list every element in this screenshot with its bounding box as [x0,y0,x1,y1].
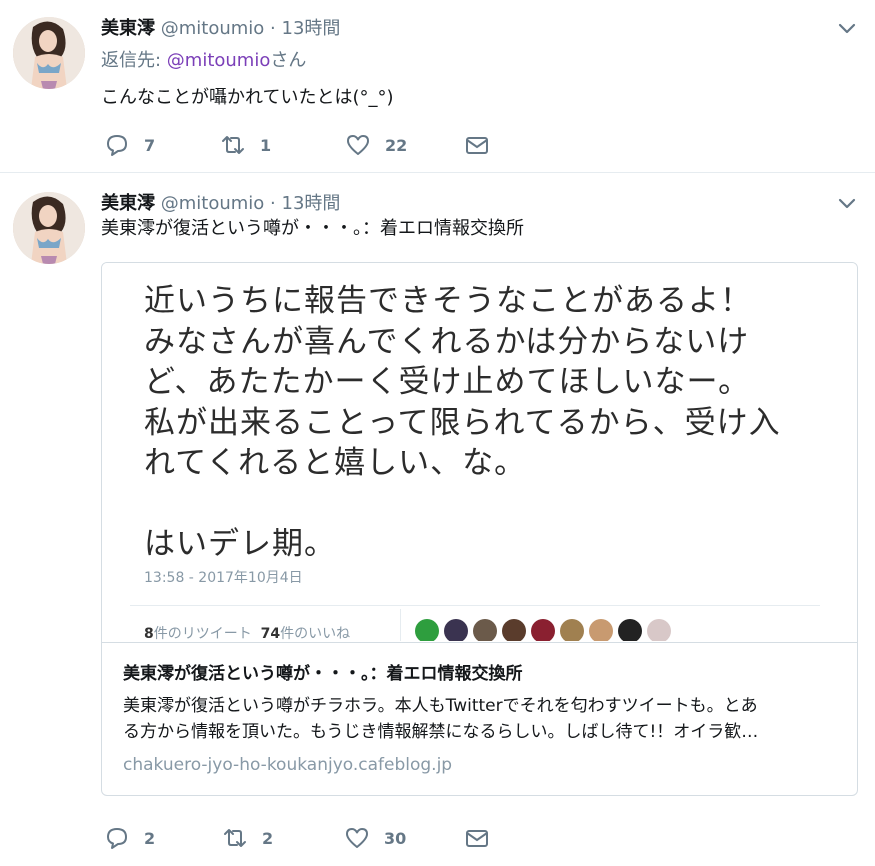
reply-count: 2 [144,828,156,848]
image-line: 近いうちに報告できそうなことがあるよ！ [144,283,752,319]
card-description-line: る方から情報を頂いた。もうじき情報解禁になるらしい。しばし待て!！オイラ歓… [123,722,759,742]
liker-avatar [531,619,555,641]
avatar[interactable] [13,17,85,89]
tweet-header: 美東澪 @mitoumio · 13時間 [101,14,340,40]
reply-icon [107,135,127,156]
reply-prefix: 返信先: [101,50,167,71]
heart-icon [347,135,369,155]
display-name[interactable]: 美東澪 [101,18,155,39]
liker-avatar [444,619,468,641]
liker-avatar [415,619,439,641]
liker-avatar [560,619,584,641]
separator-dot: · [270,193,276,214]
liker-avatar [473,619,497,641]
reply-context: 返信先: @mitoumioさん [101,48,306,74]
chevron-down-icon[interactable] [836,192,858,214]
direct-message-button[interactable] [464,824,504,852]
reply-button[interactable]: 7 [104,131,155,159]
retweet-count: 2 [262,828,274,848]
liker-avatar [589,619,613,641]
retweet-button[interactable]: 2 [222,824,273,852]
direct-message-button[interactable] [464,131,504,159]
image-divider [130,605,820,606]
liker-avatar [647,619,671,641]
card-title[interactable]: 美東澪が復活という噂が・・・。：着エロ情報交換所 [123,659,523,684]
reply-suffix: さん [270,50,307,71]
timestamp[interactable]: 13時間 [282,193,341,214]
tweet[interactable]: 美東澪 @mitoumio · 13時間 返信先: @mitoumioさん こん… [0,0,875,173]
image-rt-count: 8 [144,626,154,641]
image-like-count: 74 [260,626,281,641]
image-stats: 8件のリツイート 74件のいいね [144,623,350,641]
envelope-icon [466,830,488,847]
tweet[interactable]: 美東澪 @mitoumio · 13時間 美東澪が復活という噂が・・・。：着エロ… [0,173,875,866]
avatar[interactable] [13,192,85,264]
retweet-count: 1 [260,135,272,155]
retweet-button[interactable]: 1 [220,131,271,159]
image-line: ど、あたたかーく受け止めてほしいなー。 [144,364,751,400]
card-description-line: 美東澪が復活という噂がチラホラ。本人もTwitterでそれを匂わすツイートも。と… [123,696,758,716]
image-line [144,484,781,525]
image-date: 13:58 - 2017年10月4日 [144,570,303,586]
tweet-header: 美東澪 @mitoumio · 13時間 [101,189,340,215]
heart-icon [346,828,368,848]
like-count: 30 [384,828,407,848]
tweet-actions: 7 1 22 [101,131,521,159]
tweet-text: 美東澪が復活という噂が・・・。：着エロ情報交換所 [101,218,524,239]
retweet-icon [224,829,246,847]
reply-count: 7 [144,135,156,155]
image-line: 私が出来ることって限られてるから、受け入 [144,404,781,441]
like-button[interactable]: 30 [344,824,406,852]
image-divider-vertical [400,609,401,641]
tweet-actions: 2 2 30 [101,824,521,852]
card-url[interactable]: chakuero-jyo-ho-koukanjyo.cafeblog.jp [123,755,452,775]
display-name[interactable]: 美東澪 [101,193,155,214]
timestamp[interactable]: 13時間 [282,18,341,39]
card-description: 美東澪が復活という噂がチラホラ。本人もTwitterでそれを匂わすツイートも。と… [123,693,843,745]
link-card[interactable]: 近いうちに報告できそうなことがあるよ！ みなさんが喜んでくれるかは分からないけ … [101,262,858,796]
tweet-text: こんなことが囁かれていたとは(°_°) [101,87,394,108]
retweet-icon [222,136,244,154]
image-rt-label: 件のリツイート [153,626,252,641]
envelope-icon [466,137,488,154]
liker-avatar [618,619,642,641]
reply-icon [107,828,127,849]
likers-avatars [415,619,676,641]
reply-mention-link[interactable]: @mitoumio [167,50,271,71]
card-image: 近いうちに報告できそうなことがあるよ！ みなさんが喜んでくれるかは分からないけ … [102,263,857,641]
user-handle[interactable]: @mitoumio [161,18,265,39]
image-line: はいデレ期。 [144,526,336,562]
image-line: れてくれると嬉しい、な。 [144,445,527,481]
card-body: 美東澪が復活という噂が・・・。：着エロ情報交換所 美東澪が復活という噂がチラホラ… [102,642,857,795]
like-count: 22 [385,135,408,155]
separator-dot: · [270,18,276,39]
liker-avatar [502,619,526,641]
reply-button[interactable]: 2 [104,824,155,852]
like-button[interactable]: 22 [345,131,407,159]
image-line: みなさんが喜んでくれるかは分からないけ [144,323,750,360]
user-handle[interactable]: @mitoumio [161,193,265,214]
image-text: 近いうちに報告できそうなことがあるよ！ みなさんが喜んでくれるかは分からないけ … [144,281,781,565]
image-like-label: 件のいいね [280,626,351,641]
chevron-down-icon[interactable] [836,17,858,39]
